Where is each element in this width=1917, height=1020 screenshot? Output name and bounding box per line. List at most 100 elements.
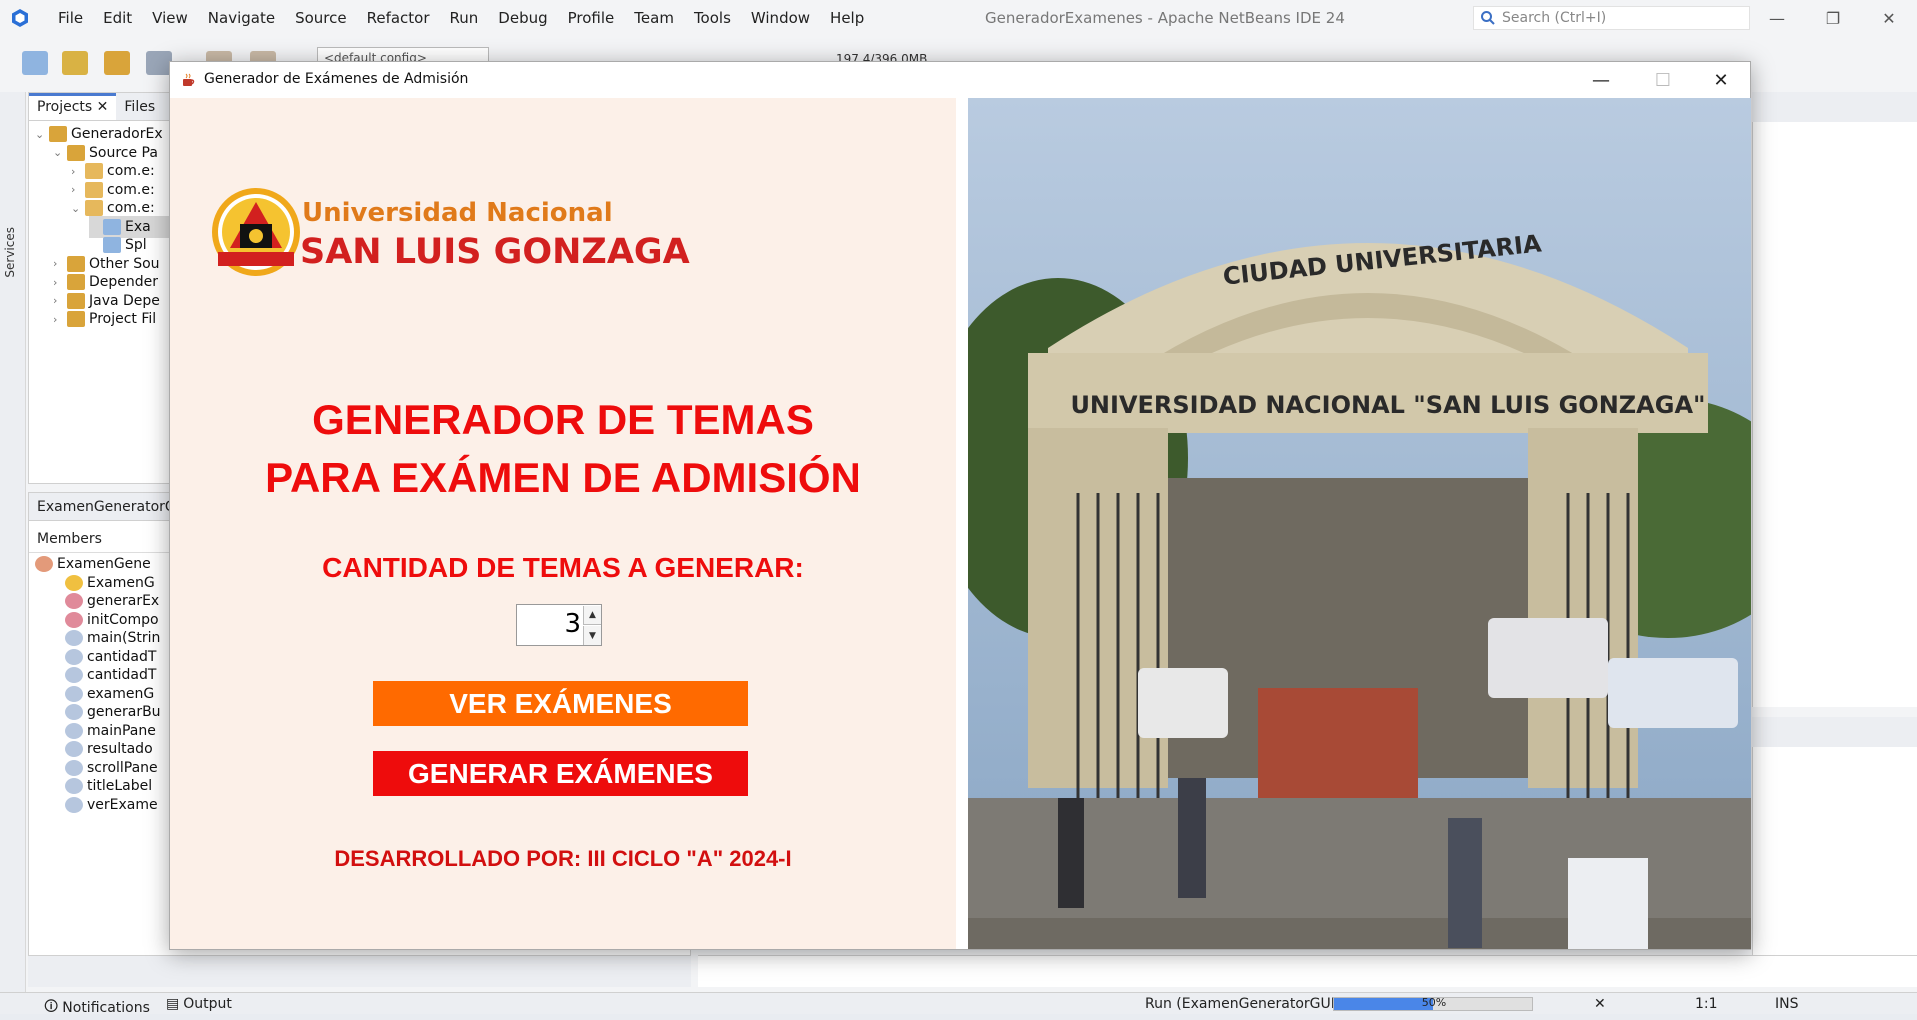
ide-window-controls: — ❐ ✕ [1749,0,1917,36]
output-tabbar [1752,717,1917,747]
java-cup-icon [183,73,195,86]
credits-label: DESARROLLADO POR: III CICLO "A" 2024-I [334,846,792,871]
tree-node-label: GeneradorEx [71,126,163,142]
chevron-icon[interactable]: › [71,165,85,178]
menu-tools[interactable]: Tools [684,9,741,27]
menu-source[interactable]: Source [285,9,357,27]
quantity-label: CANTIDAD DE TEMAS A GENERAR: [322,552,804,583]
member-label: ExamenGene [57,556,151,572]
member-label: main(Strin [87,630,161,646]
menu-view[interactable]: View [142,9,198,27]
editor-area [1752,92,1917,707]
view-exams-button[interactable]: VER EXÁMENES [373,681,748,726]
campus-photo: CIUDAD UNIVERSITARIA UNIVERSIDAD NACIONA… [968,98,1751,949]
menu-items: File Edit View Navigate Source Refactor Run Deb… [48,0,874,36]
dialog-close-icon[interactable]: ✕ [1692,62,1750,98]
menu-help[interactable]: Help [820,9,874,27]
dialog-titlebar: Generador de Exámenes de Admisión — ☐ ✕ [170,62,1750,98]
menu-window[interactable]: Window [741,9,820,27]
folder-icon [85,200,103,216]
member-icon [65,648,83,665]
new-project-icon[interactable] [62,51,88,75]
member-icon [65,630,83,646]
ide-statusbar: 🛈 Notifications ▤ Output Run (ExamenGenera… [0,992,1917,1016]
restore-icon[interactable]: ❐ [1805,0,1861,36]
photo-sign-main: UNIVERSIDAD NACIONAL "SAN LUIS GONZAGA" [1070,391,1705,419]
main-title-line2: PARA EXÁMEN DE ADMISIÓN [265,454,861,501]
menu-file[interactable]: File [48,9,93,27]
menu-team[interactable]: Team [624,9,684,27]
member-label: examenG [87,685,155,702]
tree-node-label: Exa [125,218,151,235]
member-icon [65,796,83,813]
dialog-title: Generador de Exámenes de Admisión [204,71,469,87]
new-file-icon[interactable] [22,51,48,75]
output-tab[interactable]: ▤ Output [166,996,232,1012]
progress-text: 50% [1421,996,1447,1009]
member-label: titleLabel [87,778,153,794]
member-icon [65,667,83,683]
chevron-icon[interactable]: ⌄ [53,146,67,159]
insert-mode: INS [1775,996,1799,1012]
minimize-icon[interactable]: — [1749,0,1805,36]
menu-refactor[interactable]: Refactor [357,9,440,27]
menu-run[interactable]: Run [440,9,489,27]
folder-icon [85,163,103,179]
quantity-spinner[interactable]: 3 ▲ ▼ [516,604,602,646]
member-label: cantidadT [87,667,157,683]
tab-projects[interactable]: Projects ✕ [29,93,117,120]
member-icon [65,722,83,739]
quantity-value[interactable]: 3 [517,609,581,639]
ide-menubar: File Edit View Navigate Source Refactor Run Deb… [0,0,1917,36]
notifications-tab[interactable]: 🛈 Notifications [44,996,150,1020]
folder-icon [67,144,85,161]
tree-node-label: com.e: [107,181,155,198]
menu-navigate[interactable]: Navigate [198,9,285,27]
folder-icon [67,292,85,309]
university-seal-icon [212,188,300,276]
folder-icon [67,274,85,290]
caret-position: 1:1 [1695,996,1718,1012]
chevron-icon[interactable]: › [71,183,85,196]
member-item[interactable]: verExame [65,794,158,816]
member-label: resultado [87,741,153,757]
member-icon [65,778,83,794]
form-panel: Universidad Nacional SAN LUIS GONZAGA GE… [170,98,956,949]
cancel-run-icon[interactable]: ✕ [1594,996,1606,1012]
member-icon [65,759,83,776]
dialog-maximize-icon[interactable]: ☐ [1634,62,1692,98]
university-name-line1: Universidad Nacional [302,198,613,228]
chevron-icon[interactable]: ⌄ [71,202,85,215]
dialog-minimize-icon[interactable]: — [1572,62,1630,98]
folder-icon [49,126,67,142]
chevron-icon[interactable]: ⌄ [35,128,49,141]
menu-debug[interactable]: Debug [488,9,557,27]
menu-edit[interactable]: Edit [93,9,142,27]
folder-icon [103,237,121,253]
chevron-icon[interactable]: › [53,294,67,307]
run-progress-bar: 50% [1333,996,1533,1011]
services-tab[interactable]: Services [3,227,17,278]
spinner-down-icon[interactable]: ▼ [583,626,601,645]
tab-files[interactable]: Files [116,93,163,120]
tree-node-label: Java Depe [89,292,160,309]
tree-node-label: com.e: [107,163,155,179]
tree-node-label: Other Sou [89,255,160,272]
ide-window-title: GeneradorExamenes - Apache NetBeans IDE … [985,9,1345,27]
menu-profile[interactable]: Profile [558,9,625,27]
spinner-up-icon[interactable]: ▲ [583,606,601,625]
generador-dialog: Generador de Exámenes de Admisión — ☐ ✕ … [169,61,1751,950]
notifications-icon: 🛈 [44,999,59,1015]
close-icon[interactable]: ✕ [1861,0,1917,36]
main-title-line1: GENERADOR DE TEMAS [312,396,814,443]
chevron-icon[interactable]: › [53,313,67,326]
folder-icon [103,218,121,235]
chevron-icon[interactable]: › [53,276,67,289]
member-icon [65,611,83,628]
ide-search-box[interactable]: Search (Ctrl+I) [1473,6,1750,30]
member-label: verExame [87,796,158,813]
generate-exams-button[interactable]: GENERAR EXÁMENES [373,751,748,796]
folder-icon [67,311,85,327]
open-project-icon[interactable] [104,51,130,75]
chevron-icon[interactable]: › [53,257,67,270]
